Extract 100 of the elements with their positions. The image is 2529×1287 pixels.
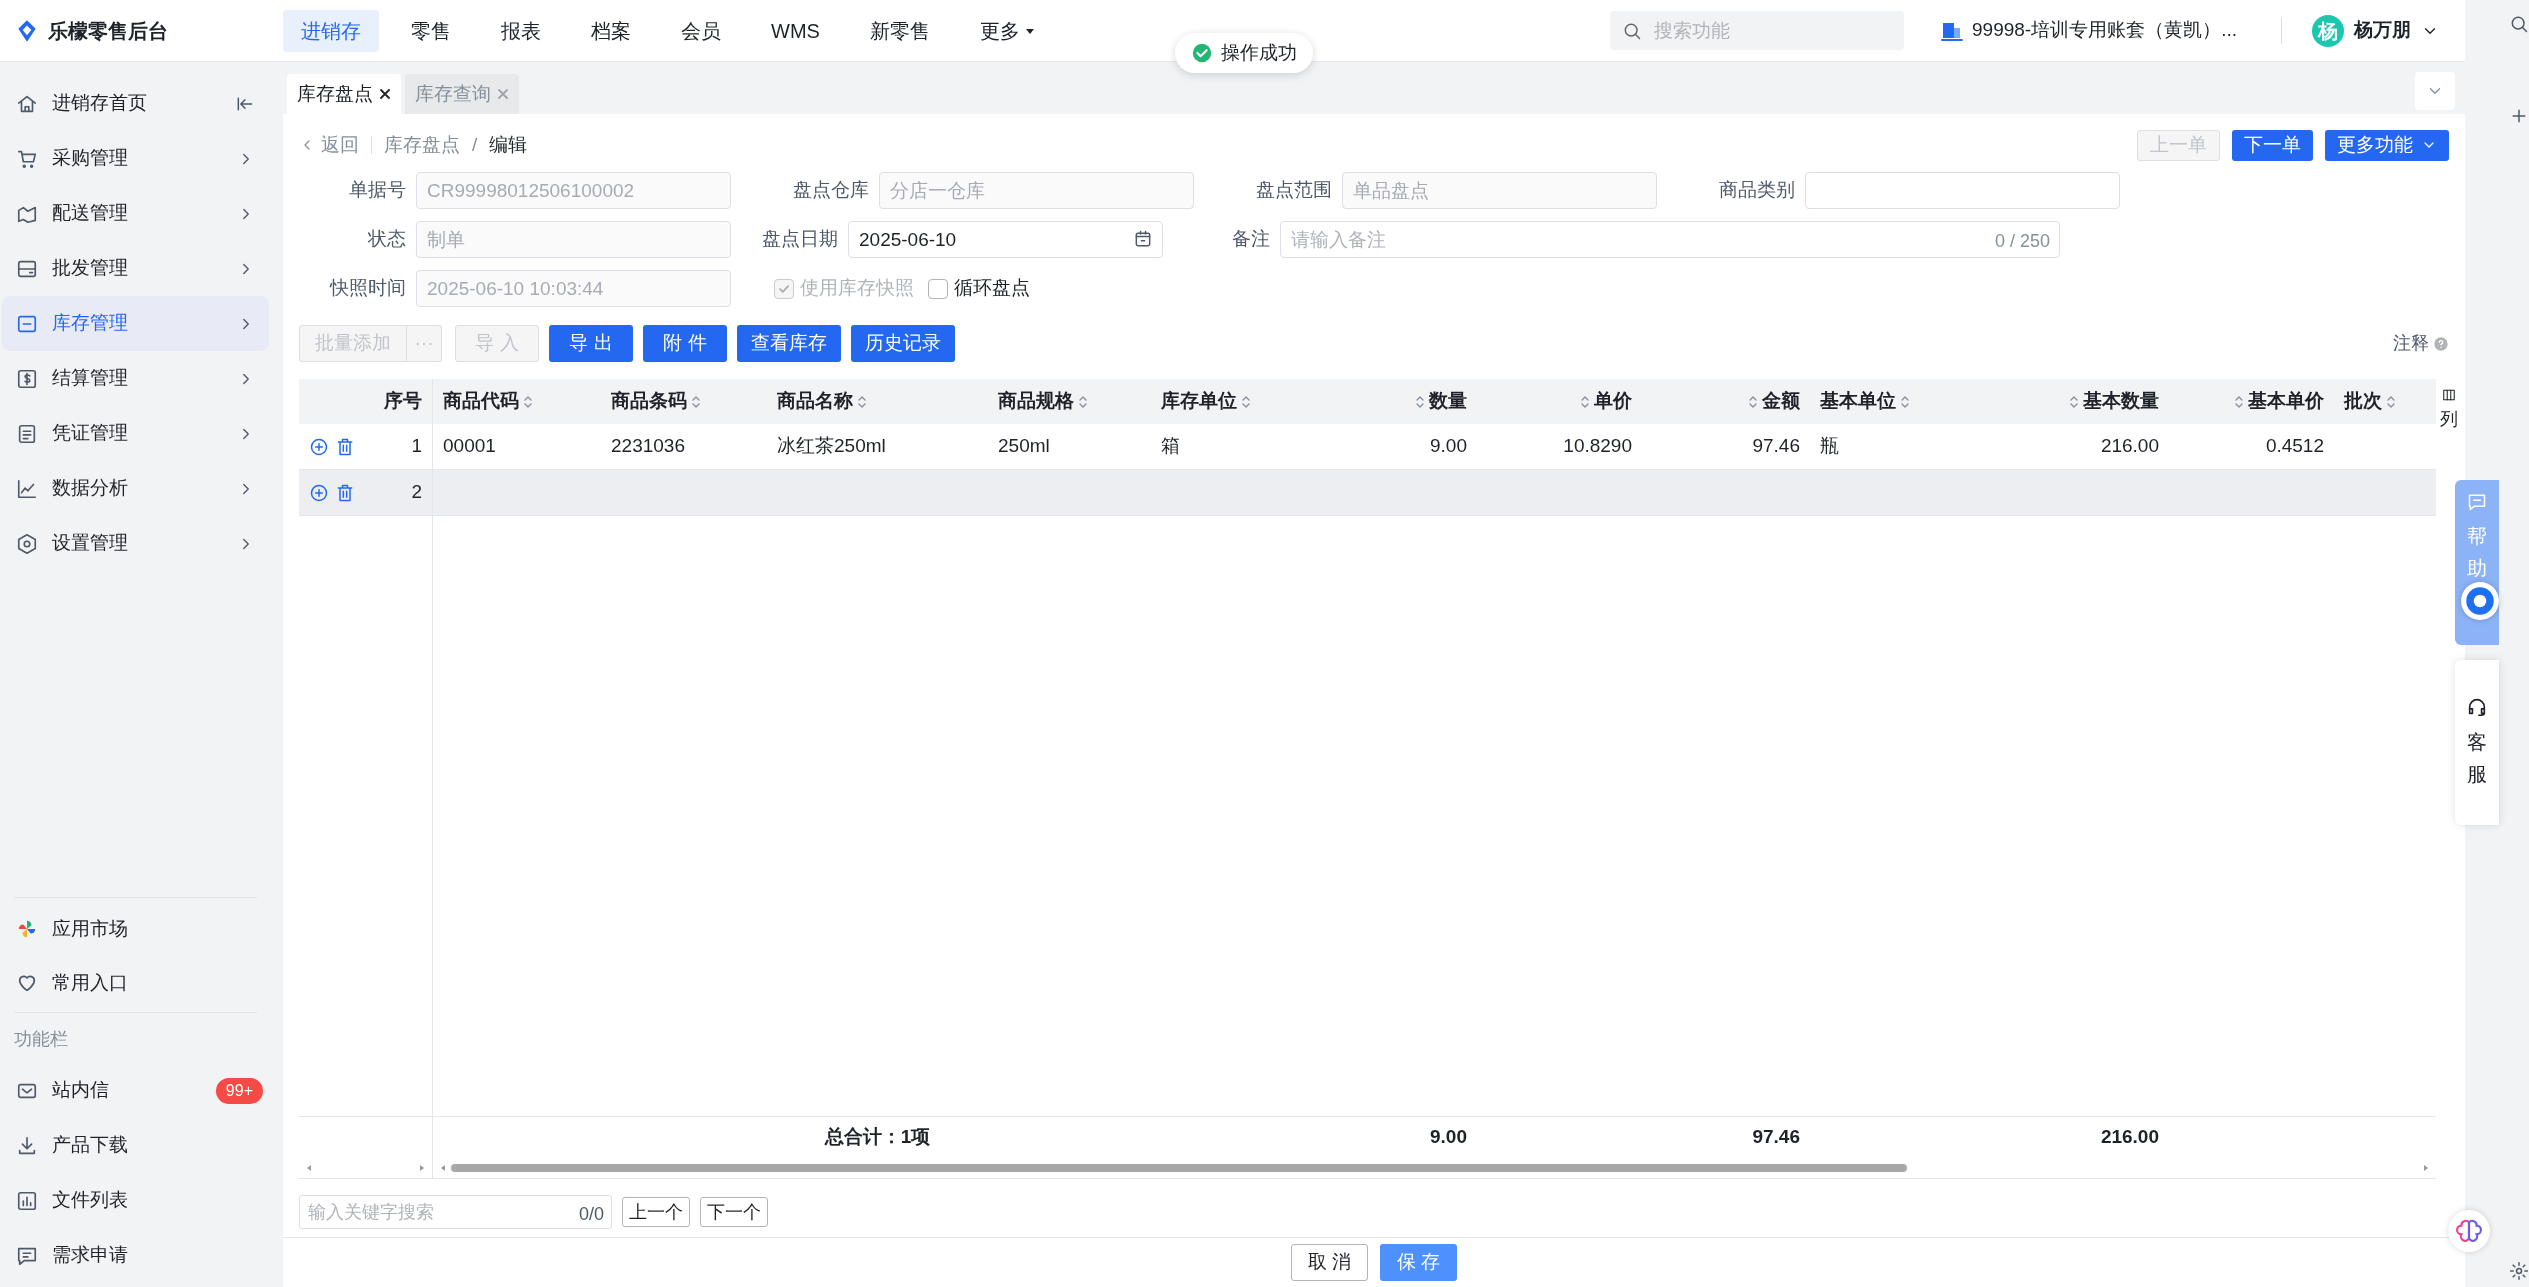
toast-message: 操作成功: [1221, 40, 1297, 65]
column-header[interactable]: 基本单位: [1810, 379, 2004, 424]
find-button[interactable]: 上一个: [622, 1197, 690, 1227]
field-label: 盘点范围: [1256, 178, 1332, 203]
sidebar-item[interactable]: 凭证管理: [2, 406, 269, 461]
sidebar-item[interactable]: 配送管理: [2, 186, 269, 241]
toolbar-button[interactable]: 附 件: [643, 325, 727, 362]
count-badge: 99+: [215, 1077, 263, 1104]
table-cell-text: 1: [411, 434, 422, 459]
table-cell-text: 瓶: [1820, 434, 1839, 459]
search-icon[interactable]: [2509, 14, 2529, 34]
total-value: 97.46: [1752, 1125, 1800, 1150]
add-circle-icon[interactable]: [309, 482, 329, 503]
table-cell-text: 0.4512: [2265, 434, 2324, 459]
field-label: 盘点日期: [762, 227, 838, 252]
sidebar-item[interactable]: 产品下载: [2, 1118, 269, 1173]
toolbar-button[interactable]: 查看库存: [737, 325, 841, 362]
field-label: 快照时间: [330, 276, 406, 301]
table-cell-text: 2: [411, 480, 422, 505]
find-button[interactable]: 下一个: [700, 1197, 768, 1227]
nav-tab[interactable]: 进销存: [283, 9, 379, 52]
columns-icon: [2442, 387, 2456, 402]
column-header[interactable]: 数量: [1316, 379, 1477, 424]
message-icon: [2467, 492, 2487, 512]
search-field[interactable]: 搜索功能: [1610, 11, 1904, 50]
breadcrumb-separator: /: [472, 132, 478, 157]
service-tab[interactable]: 客服: [2455, 660, 2499, 825]
column-header[interactable]: 基本数量: [2004, 379, 2169, 424]
pinwheel-icon: [16, 918, 38, 940]
column-header[interactable]: 商品代码: [433, 379, 601, 424]
document-icon: [16, 422, 38, 445]
calendar-icon: [1133, 229, 1153, 249]
sidebar-item[interactable]: 站内信 99+: [2, 1063, 269, 1118]
toolbar-button[interactable]: 历史记录: [851, 325, 955, 362]
sidebar-item[interactable]: 常用入口: [2, 956, 269, 1010]
match-count: 0/0: [578, 1203, 604, 1226]
checkbox[interactable]: 循环盘点: [928, 274, 1030, 303]
nav-tab[interactable]: 新零售: [851, 9, 948, 52]
column-header[interactable]: 单价: [1477, 379, 1642, 424]
nav-tab[interactable]: 报表: [483, 9, 559, 52]
add-circle-icon[interactable]: [309, 436, 329, 457]
field-label: 状态: [368, 227, 406, 252]
table-cell-text: 250ml: [998, 434, 1050, 459]
sidebar-item[interactable]: 结算管理: [2, 351, 269, 406]
table-row[interactable]: 1 00001 2231036 冰红茶250ml 250ml 箱 9.00 10.8290 97.46 瓶 216.00 0.4512: [299, 424, 2436, 470]
brain-icon[interactable]: [2448, 1210, 2490, 1252]
total-label: 总合计：1项: [824, 1125, 931, 1150]
total-value: 216.00: [2100, 1125, 2159, 1150]
column-settings-button[interactable]: 列: [2440, 379, 2458, 441]
sidebar-item[interactable]: 进销存首页: [2, 76, 269, 131]
notes-link[interactable]: 注释: [2393, 330, 2449, 357]
column-header[interactable]: 商品条码: [601, 379, 767, 424]
field-label: 盘点仓库: [793, 178, 869, 203]
more-functions-button[interactable]: 更多功能: [2325, 129, 2449, 161]
bar-chart-icon: [16, 1189, 38, 1212]
page-tab[interactable]: 库存盘点: [287, 74, 401, 114]
search-icon: [1622, 21, 1642, 41]
nav-tab[interactable]: WMS: [753, 9, 838, 52]
table-cell-text: 00001: [443, 434, 496, 459]
sidebar-item[interactable]: 设置管理: [2, 516, 269, 571]
user-name[interactable]: 杨万朋: [2354, 16, 2411, 45]
table-cell-text: 冰红茶250ml: [777, 434, 886, 459]
field-label: 单据号: [349, 178, 406, 203]
sidebar-item[interactable]: 文件列表: [2, 1173, 269, 1228]
trash-icon[interactable]: [335, 436, 355, 457]
account-name[interactable]: 99998-培训专用账套（黄凯）...: [1972, 16, 2237, 45]
field-label: 备注: [1232, 227, 1270, 252]
user-avatar: 杨: [2312, 14, 2344, 47]
nav-tab[interactable]: 更多: [961, 9, 1054, 52]
sidebar-item[interactable]: 采购管理: [2, 131, 269, 186]
help-icon: [2433, 335, 2449, 352]
sidebar-item[interactable]: 数据分析: [2, 461, 269, 516]
cancel-button[interactable]: 取 消: [1291, 1244, 1368, 1281]
total-value: 9.00: [1430, 1125, 1467, 1150]
breadcrumb-current: 编辑: [489, 132, 528, 157]
date-field[interactable]: 2025-06-10: [848, 221, 1163, 258]
column-header[interactable]: 商品规格: [988, 379, 1151, 424]
sidebar-item[interactable]: 需求申请: [2, 1228, 269, 1283]
field-label: 商品类别: [1719, 178, 1795, 203]
dollar-icon: [16, 367, 38, 390]
table-cell-text: 箱: [1161, 434, 1180, 459]
sidebar-item[interactable]: 应用市场: [2, 902, 269, 956]
column-header[interactable]: 库存单位: [1151, 379, 1316, 424]
nav-tab[interactable]: 会员: [663, 9, 739, 52]
table-cell-text: 97.46: [1752, 434, 1800, 459]
table-cell-text: 10.8290: [1563, 434, 1632, 459]
nav-tab[interactable]: 档案: [573, 9, 649, 52]
column-header[interactable]: 金额: [1642, 379, 1810, 424]
nav-button[interactable]: 下一单: [2232, 129, 2313, 161]
column-header[interactable]: 批次: [2334, 379, 2436, 424]
column-header[interactable]: 商品名称: [767, 379, 988, 424]
column-header[interactable]: 基本单价: [2169, 379, 2334, 424]
nav-tab[interactable]: 零售: [393, 9, 469, 52]
sidebar-item[interactable]: 库存管理: [2, 296, 269, 351]
toolbar-button[interactable]: 导 出: [549, 325, 633, 362]
trash-icon[interactable]: [335, 482, 355, 503]
input-field[interactable]: [1805, 172, 2120, 209]
close-icon[interactable]: [379, 88, 391, 100]
table-row[interactable]: 2: [299, 470, 2436, 516]
sidebar-item[interactable]: 批发管理: [2, 241, 269, 296]
